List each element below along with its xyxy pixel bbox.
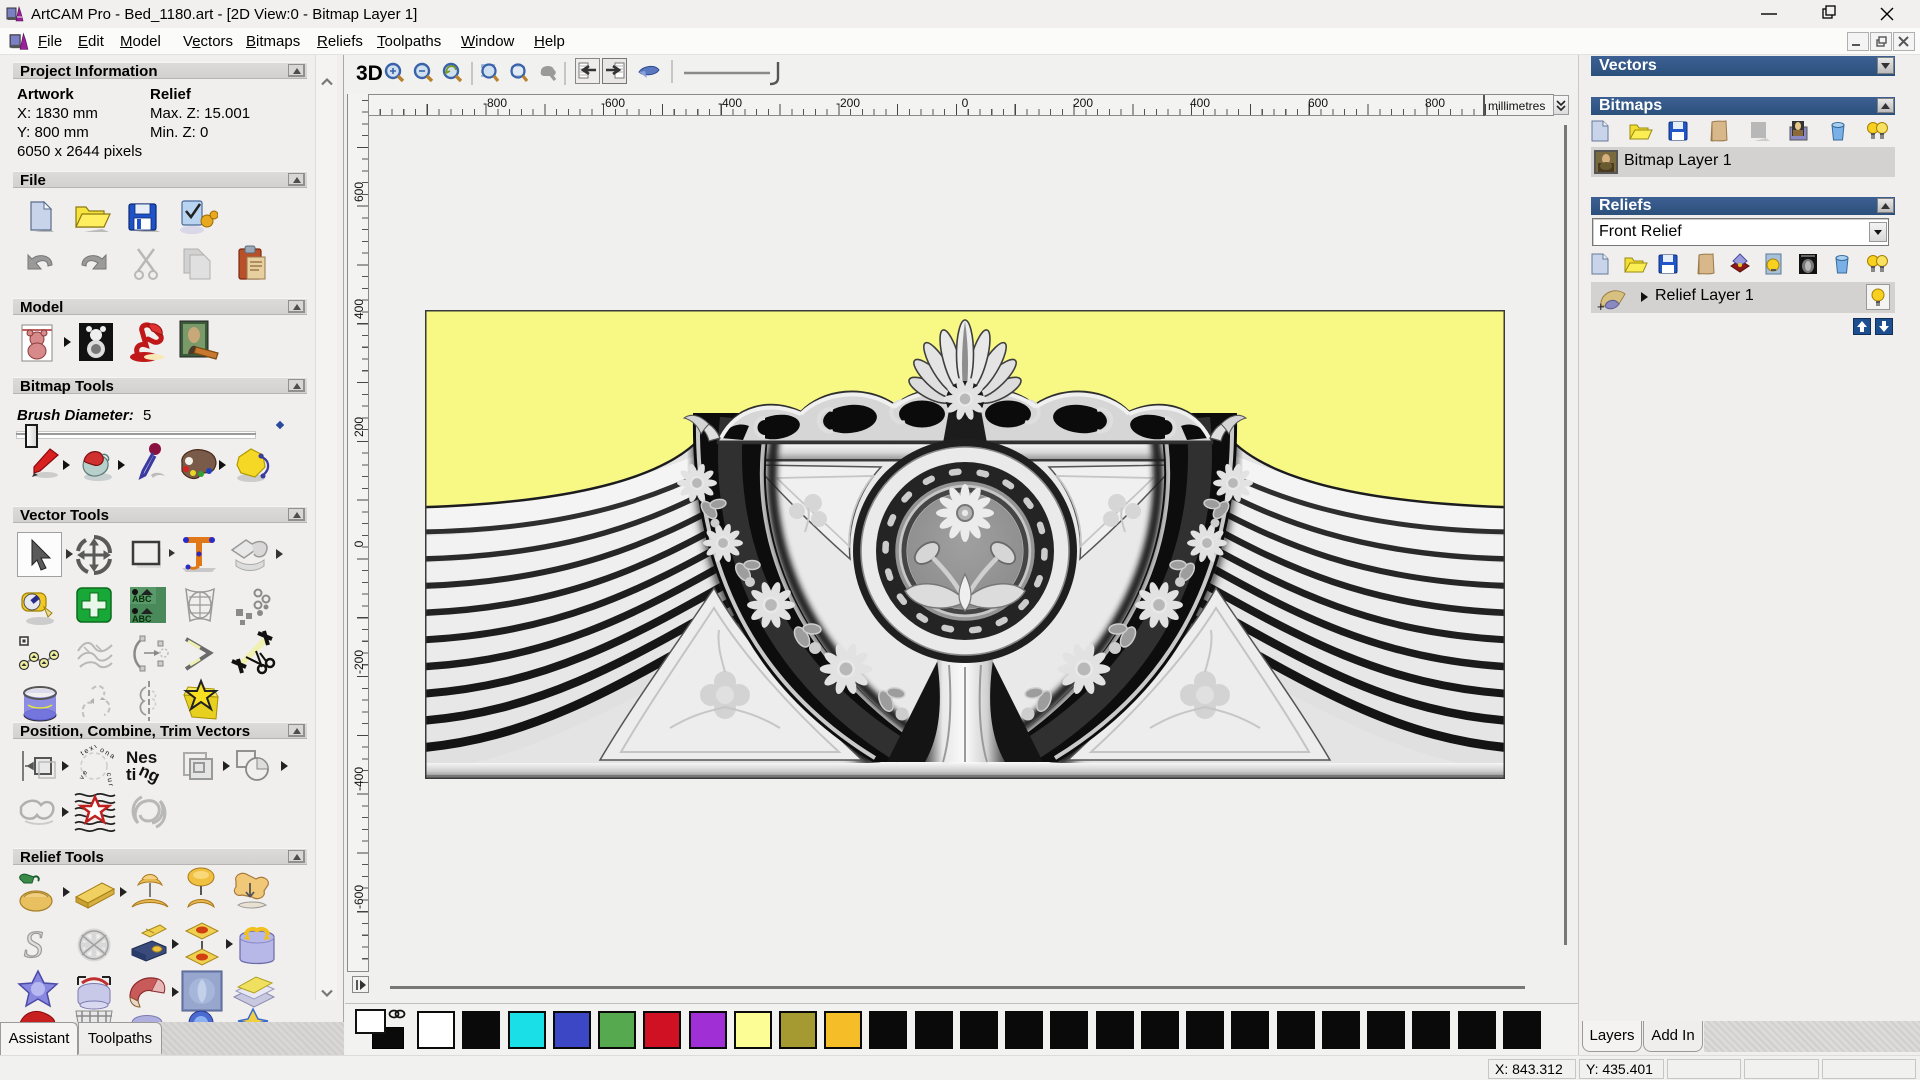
svg-text:c u r: c u r xyxy=(105,772,114,787)
svg-text:ti: ti xyxy=(126,765,136,784)
svg-text:+: + xyxy=(1597,299,1605,312)
svg-text:o n a: o n a xyxy=(99,747,115,761)
svg-text:S: S xyxy=(24,924,43,966)
svg-text:ABC: ABC xyxy=(132,614,152,624)
svg-text:v e: v e xyxy=(78,769,89,781)
svg-text:t e x t: t e x t xyxy=(80,745,98,757)
svg-text:ABC: ABC xyxy=(132,594,152,604)
